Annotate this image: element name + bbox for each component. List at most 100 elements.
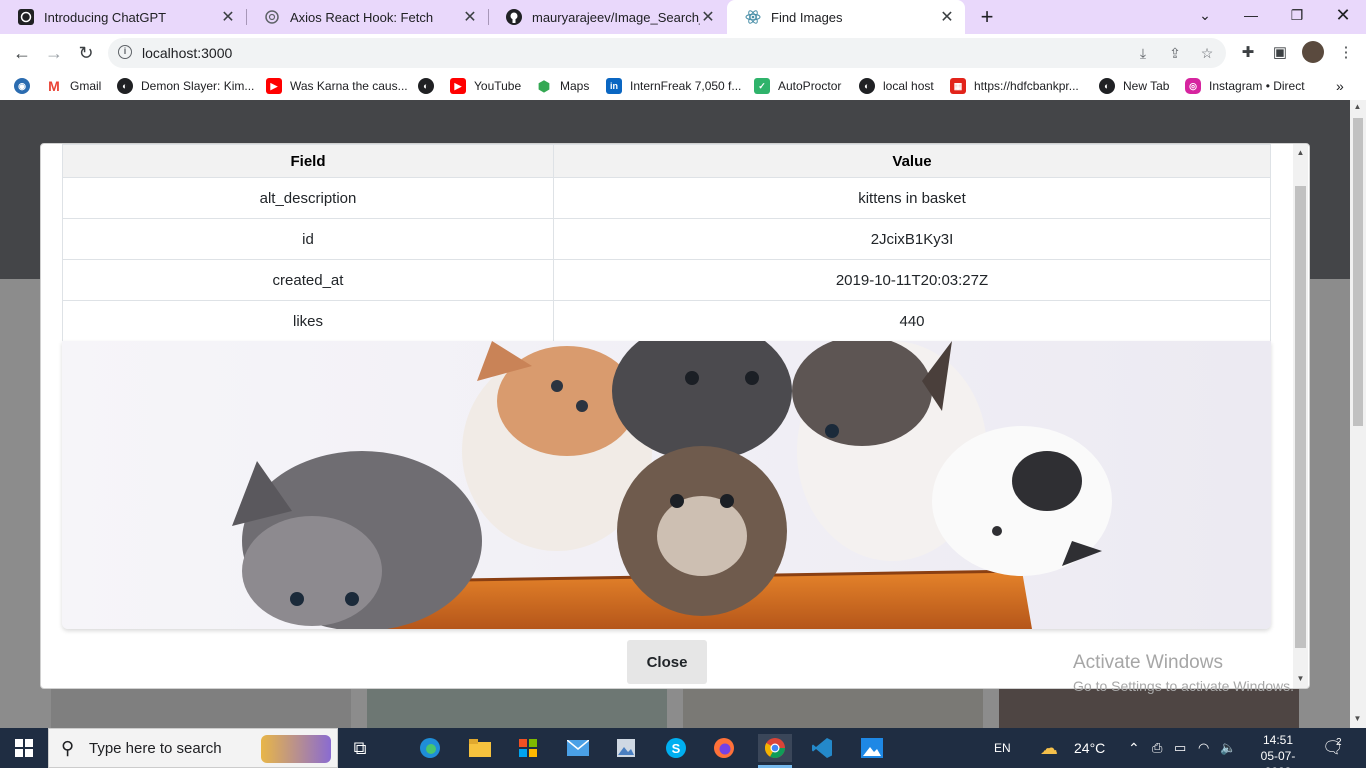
image-viewer-icon[interactable] (856, 734, 888, 762)
windows-start-icon[interactable] (8, 734, 40, 762)
autoproctor-icon: ✓ (754, 78, 770, 94)
browser-toolbar: ← → ↻ i localhost:3000 ⤓ ⇪ ☆ ✚ ▣ ⋮ (0, 34, 1366, 72)
globe-icon: ◐ (859, 78, 875, 94)
network-device-icon[interactable]: ⎙ (1152, 728, 1162, 768)
minimize-icon[interactable]: — (1228, 0, 1274, 30)
site-info-icon[interactable]: i (118, 45, 132, 59)
modal-scrollbar[interactable]: ▲ ▼ (1293, 144, 1308, 688)
bookmark-new-tab[interactable]: ◐ New Tab (1099, 76, 1169, 96)
skype-icon[interactable]: S (660, 734, 692, 762)
tab-introducing-chatgpt[interactable]: Introducing ChatGPT ✕ (0, 0, 246, 34)
web-page: ▲ ▼ Field Value alt_description kittens … (0, 100, 1366, 728)
chrome-icon[interactable] (758, 734, 792, 762)
activate-windows-watermark: Activate Windows Go to Settings to activ… (1073, 652, 1294, 694)
bookmark-local-host[interactable]: ◐ local host (859, 76, 934, 96)
search-highlight-icon (261, 735, 331, 763)
tab-close-icon[interactable]: ✕ (939, 7, 955, 27)
scroll-up-arrow-icon[interactable]: ▲ (1293, 148, 1308, 157)
page-scrollbar-thumb[interactable] (1353, 118, 1363, 426)
file-explorer-icon[interactable] (464, 734, 496, 762)
new-tab-button[interactable]: + (976, 4, 998, 30)
back-arrow-icon[interactable]: ← (8, 39, 36, 67)
weather-cloud-icon[interactable]: ☁ (1040, 728, 1058, 768)
globe-icon: ◐ (1099, 78, 1115, 94)
weather-temperature[interactable]: 24°C (1074, 728, 1105, 768)
battery-icon[interactable]: ▭ (1174, 728, 1186, 768)
table-row: alt_description kittens in basket (62, 177, 1271, 219)
forward-arrow-icon[interactable]: → (40, 39, 68, 67)
vscode-icon[interactable] (806, 734, 838, 762)
tab-title: mauryarajeev/Image_Search_Rea (532, 9, 700, 25)
edge-icon[interactable] (414, 734, 446, 762)
table-header-field: Field (62, 144, 554, 178)
restore-icon[interactable]: ❐ (1274, 0, 1320, 30)
page-scrollbar[interactable]: ▲ ▼ (1350, 100, 1366, 728)
share-icon[interactable]: ⇪ (1166, 44, 1184, 62)
table-cell-value: 2019-10-11T20:03:27Z (553, 259, 1271, 301)
side-panel-icon[interactable]: ▣ (1270, 43, 1290, 63)
tab-github-repo[interactable]: mauryarajeev/Image_Search_Rea ✕ (488, 0, 726, 34)
wifi-icon[interactable]: ◠ (1198, 728, 1209, 768)
clock[interactable]: 14:51 05-07-2023 (1250, 732, 1306, 779)
image-details-modal: Field Value alt_description kittens in b… (40, 143, 1310, 689)
tab-close-icon[interactable]: ✕ (220, 7, 236, 27)
github-icon (506, 9, 522, 25)
bookmark-label: Instagram • Direct (1209, 79, 1305, 93)
taskbar-search-input[interactable]: ⚲ Type here to search (48, 728, 338, 768)
install-app-icon[interactable]: ⤓ (1134, 44, 1152, 62)
windows-taskbar: ⚲ Type here to search ⧉ S EN ☁ 24°C ⌃ ⎙ … (0, 728, 1366, 779)
bookmark-star-icon[interactable]: ☆ (1198, 44, 1216, 62)
tab-close-icon[interactable]: ✕ (700, 7, 716, 27)
mail-icon[interactable] (562, 734, 594, 762)
bookmark-app[interactable]: ◉ (14, 76, 38, 96)
firefox-icon[interactable] (708, 734, 740, 762)
extensions-puzzle-icon[interactable]: ✚ (1238, 43, 1258, 63)
task-view-icon[interactable]: ⧉ (344, 734, 376, 762)
bookmark-youtube[interactable]: ▶ YouTube (450, 76, 521, 96)
bookmark-instagram[interactable]: ◎ Instagram • Direct (1185, 76, 1305, 96)
bookmark-autoproctor[interactable]: ✓ AutoProctor (754, 76, 841, 96)
bookmark-maps[interactable]: ⬢ Maps (536, 76, 589, 96)
tab-axios-react-hook[interactable]: Axios React Hook: Fetch ✕ (246, 0, 488, 34)
bookmark-demon-slayer[interactable]: ◐ Demon Slayer: Kim... (117, 76, 254, 96)
reload-icon[interactable]: ↻ (72, 39, 100, 67)
maps-icon: ⬢ (536, 77, 552, 94)
tab-title: Find Images (771, 9, 843, 25)
youtube-icon: ▶ (450, 78, 466, 94)
bookmark-was-karna[interactable]: ▶ Was Karna the caus... (266, 76, 408, 96)
address-bar[interactable]: i localhost:3000 ⤓ ⇪ ☆ (108, 38, 1226, 68)
photos-icon[interactable] (610, 734, 642, 762)
close-button[interactable]: Close (627, 640, 707, 684)
modal-scrollbar-thumb[interactable] (1295, 186, 1306, 648)
scroll-down-arrow-icon[interactable]: ▼ (1293, 674, 1308, 683)
table-cell-field: created_at (62, 259, 554, 301)
tab-search-chevron-icon[interactable]: ⌄ (1182, 0, 1228, 30)
bookmark-label: Was Karna the caus... (290, 79, 408, 93)
watermark-subtitle: Go to Settings to activate Windows. (1073, 678, 1294, 694)
profile-avatar[interactable] (1302, 41, 1324, 63)
chatgpt-icon (18, 9, 34, 25)
show-hidden-icons-chevron-icon[interactable]: ⌃ (1128, 728, 1140, 768)
table-row: created_at 2019-10-11T20:03:27Z (62, 259, 1271, 301)
tab-find-images[interactable]: Find Images ✕ (727, 0, 965, 34)
url-text: localhost:3000 (142, 45, 233, 61)
volume-icon[interactable]: 🔈 (1220, 728, 1236, 768)
scroll-down-arrow-icon[interactable]: ▼ (1350, 714, 1365, 723)
scroll-up-arrow-icon[interactable]: ▲ (1350, 102, 1365, 111)
bookmark-gmail[interactable]: M Gmail (46, 76, 101, 96)
bookmark-globe[interactable]: ◐ (418, 76, 442, 96)
language-indicator[interactable]: EN (994, 728, 1011, 768)
bookmark-hdfc[interactable]: ▦ https://hdfcbankpr... (950, 76, 1079, 96)
youtube-icon: ▶ (266, 78, 282, 94)
bookmark-label: Demon Slayer: Kim... (141, 79, 255, 93)
bookmark-app-icon: ◉ (14, 78, 30, 94)
tab-close-icon[interactable]: ✕ (462, 7, 478, 27)
microsoft-store-icon[interactable] (512, 734, 544, 762)
close-window-icon[interactable]: ✕ (1320, 0, 1366, 30)
more-bookmarks-chevron-icon[interactable]: » (1336, 76, 1344, 96)
table-cell-value: 440 (553, 300, 1271, 342)
menu-kebab-icon[interactable]: ⋮ (1336, 43, 1356, 63)
bookmark-internfreak[interactable]: in InternFreak 7,050 f... (606, 76, 741, 96)
table-cell-value: 2JcixB1Ky3I (553, 218, 1271, 260)
table-cell-field: likes (62, 300, 554, 342)
